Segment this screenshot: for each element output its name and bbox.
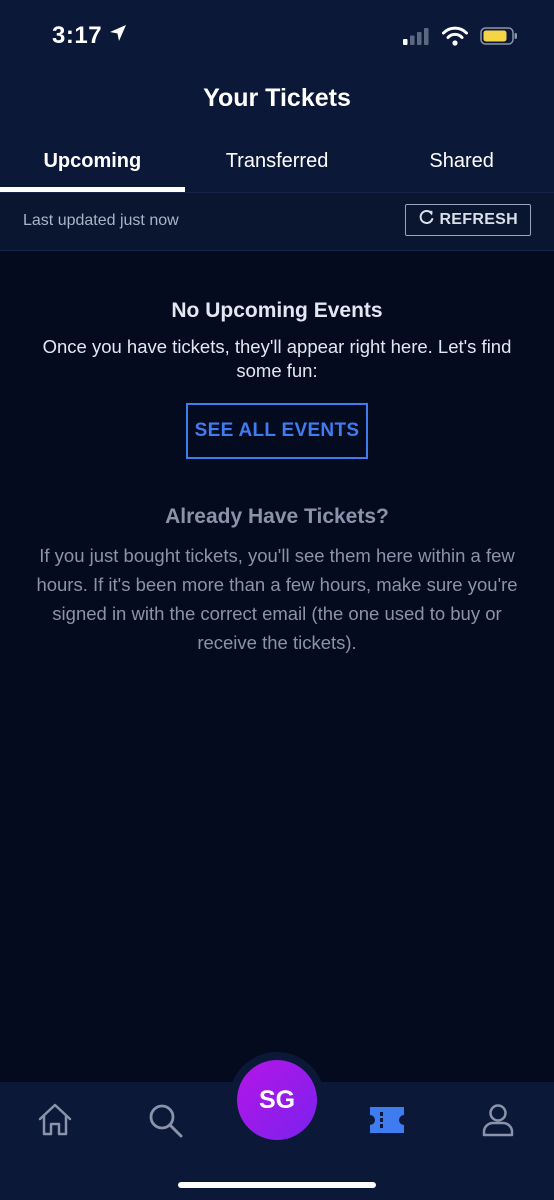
cellular-signal-icon — [402, 26, 430, 51]
nav-tickets[interactable] — [365, 1100, 409, 1144]
nav-home[interactable] — [33, 1100, 77, 1144]
tab-shared[interactable]: Shared — [369, 140, 554, 192]
empty-state-text: Once you have tickets, they'll appear ri… — [42, 336, 512, 381]
wifi-icon — [442, 26, 468, 51]
status-indicators — [402, 26, 518, 51]
profile-icon — [478, 1100, 518, 1145]
ticket-icon — [367, 1100, 407, 1145]
tab-label: Upcoming — [43, 150, 142, 172]
nav-search[interactable] — [143, 1100, 187, 1144]
refresh-button-label: REFRESH — [439, 211, 518, 228]
tab-transferred[interactable]: Transferred — [185, 140, 370, 192]
home-indicator[interactable] — [178, 1182, 376, 1188]
see-all-events-button[interactable]: SEE ALL EVENTS — [186, 403, 368, 459]
location-arrow-icon — [108, 22, 128, 50]
time-text: 3:17 — [52, 22, 103, 49]
refresh-row: Last updated just now REFRESH — [0, 192, 554, 251]
header: Your Tickets Upcoming Transferred Shared — [0, 72, 554, 192]
search-icon — [145, 1100, 185, 1145]
already-have-tickets-text: If you just bought tickets, you'll see t… — [36, 545, 518, 653]
refresh-icon — [418, 209, 435, 231]
tab-upcoming[interactable]: Upcoming — [0, 140, 185, 192]
tab-label: Shared — [429, 150, 494, 172]
empty-state-title: No Upcoming Events — [171, 299, 383, 322]
battery-icon — [480, 26, 518, 51]
tab-label: Transferred — [225, 150, 329, 172]
main-content: No Upcoming Events Once you have tickets… — [0, 250, 554, 657]
already-have-tickets-title: Already Have Tickets? — [165, 505, 389, 528]
avatar[interactable]: SG — [237, 1060, 317, 1140]
status-time: 3:17 — [52, 22, 128, 50]
nav-profile[interactable] — [476, 1100, 520, 1144]
status-bar: 3:17 — [0, 0, 554, 72]
avatar-initials: SG — [258, 1085, 296, 1114]
home-icon — [35, 1100, 75, 1145]
page-title: Your Tickets — [203, 84, 351, 112]
last-updated-text: Last updated just now — [23, 212, 179, 229]
refresh-button[interactable]: REFRESH — [405, 204, 531, 236]
tab-bar: Upcoming Transferred Shared — [0, 140, 554, 192]
